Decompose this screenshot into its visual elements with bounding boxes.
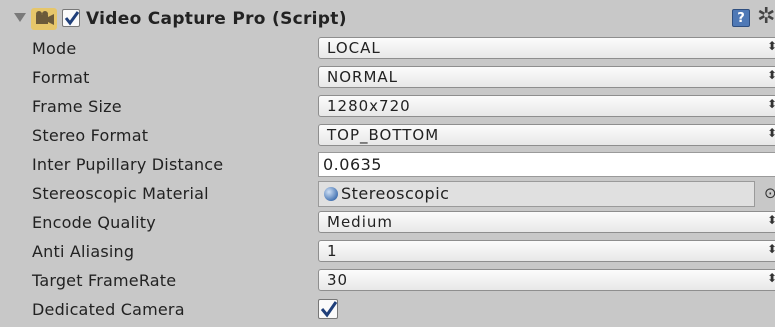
mode-value: LOCAL [327, 39, 381, 57]
dropdown-arrows-icon: ⬍ [767, 97, 775, 111]
material-sphere-icon [324, 187, 338, 201]
dropdown-arrows-icon: ⬍ [767, 68, 775, 82]
frame-size-label: Frame Size [32, 97, 122, 116]
encode-quality-value: Medium [327, 213, 393, 231]
dropdown-arrows-icon: ⬍ [767, 242, 775, 256]
format-value: NORMAL [327, 68, 399, 86]
frame-size-dropdown[interactable]: 1280x720 ⬍ [318, 95, 775, 117]
mode-label: Mode [32, 39, 77, 58]
dropdown-arrows-icon: ⬍ [767, 126, 775, 140]
mode-dropdown[interactable]: LOCAL ⬍ [318, 37, 775, 59]
stereo-format-label: Stereo Format [32, 126, 149, 145]
encode-quality-row: Encode Quality Medium ⬍ [0, 209, 775, 238]
format-label: Format [32, 68, 90, 87]
dedicated-camera-label: Dedicated Camera [32, 300, 185, 319]
stereo-material-value: Stereoscopic [341, 184, 450, 203]
ipd-value: 0.0635 [323, 155, 382, 174]
format-dropdown[interactable]: NORMAL ⬍ [318, 66, 775, 88]
component-enabled-checkbox[interactable] [62, 9, 80, 27]
foldout-arrow-icon[interactable] [14, 13, 26, 22]
stereo-format-row: Stereo Format TOP_BOTTOM ⬍ [0, 122, 775, 151]
anti-aliasing-dropdown[interactable]: 1 ⬍ [318, 240, 775, 262]
ipd-input[interactable]: 0.0635 [318, 152, 775, 177]
dropdown-arrows-icon: ⬍ [767, 39, 775, 53]
component-title: Video Capture Pro (Script) [86, 9, 347, 29]
frame-size-row: Frame Size 1280x720 ⬍ [0, 93, 775, 122]
script-component-icon [31, 8, 57, 30]
format-row: Format NORMAL ⬍ [0, 64, 775, 93]
encode-quality-label: Encode Quality [32, 213, 156, 232]
ipd-row: Inter Pupillary Distance 0.0635 [0, 151, 775, 180]
mode-row: Mode LOCAL ⬍ [0, 35, 775, 64]
anti-aliasing-value: 1 [327, 242, 338, 260]
dedicated-camera-checkbox[interactable] [318, 299, 338, 319]
target-framerate-label: Target FrameRate [32, 271, 177, 290]
dropdown-arrows-icon: ⬍ [767, 213, 775, 227]
ipd-label: Inter Pupillary Distance [32, 155, 224, 174]
target-framerate-dropdown[interactable]: 30 ⬍ [318, 269, 775, 291]
target-framerate-row: Target FrameRate 30 ⬍ [0, 267, 775, 296]
stereo-format-dropdown[interactable]: TOP_BOTTOM ⬍ [318, 124, 775, 146]
anti-aliasing-label: Anti Aliasing [32, 242, 135, 261]
object-picker-icon[interactable]: ⊙ [764, 184, 775, 202]
help-icon[interactable]: ? [732, 9, 750, 27]
stereo-material-field[interactable]: Stereoscopic [318, 181, 755, 207]
target-framerate-value: 30 [327, 271, 349, 289]
stereo-material-label: Stereoscopic Material [32, 184, 209, 203]
frame-size-value: 1280x720 [327, 97, 411, 115]
stereo-format-value: TOP_BOTTOM [327, 126, 440, 144]
component-header: Video Capture Pro (Script) ? ✲ [0, 0, 775, 36]
dropdown-arrows-icon: ⬍ [767, 271, 775, 285]
anti-aliasing-row: Anti Aliasing 1 ⬍ [0, 238, 775, 267]
stereo-material-row: Stereoscopic Material Stereoscopic ⊙ [0, 180, 775, 209]
gear-icon[interactable]: ✲ [757, 6, 775, 28]
encode-quality-dropdown[interactable]: Medium ⬍ [318, 211, 775, 233]
dedicated-camera-row: Dedicated Camera [0, 296, 775, 325]
